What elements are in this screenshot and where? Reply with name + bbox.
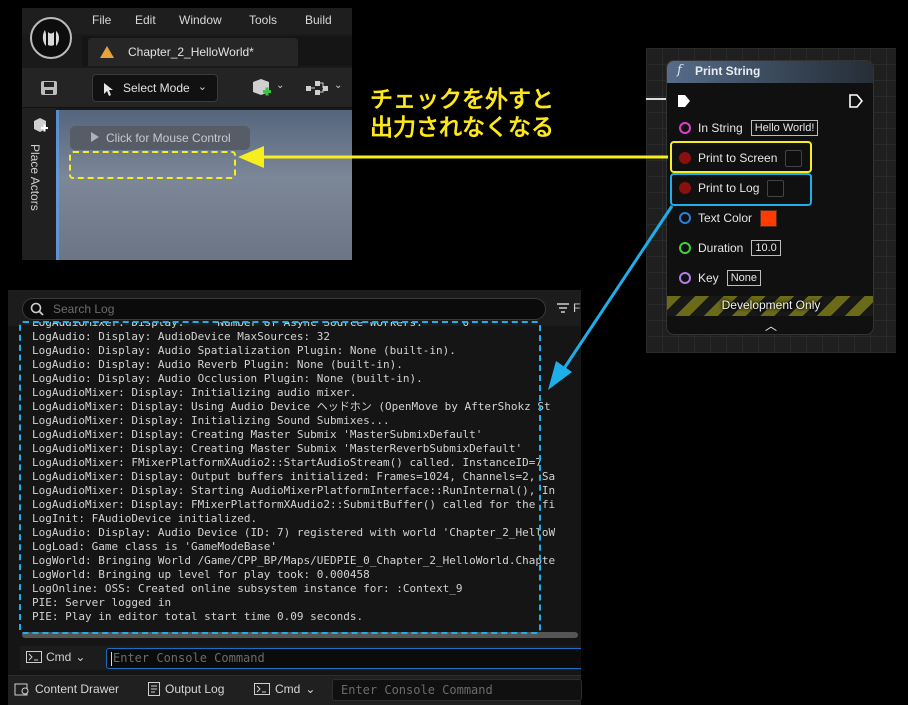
add-actor-icon[interactable]	[250, 78, 272, 100]
menu-edit[interactable]: Edit	[135, 13, 156, 27]
console-icon	[26, 651, 42, 663]
level-icon	[100, 46, 114, 58]
mouse-control-button[interactable]: Click for Mouse Control	[70, 126, 250, 150]
text-color-label: Text Color	[698, 211, 753, 225]
viewport-edge	[56, 110, 59, 260]
chevron-down-icon[interactable]: ⌄	[334, 80, 342, 91]
log-output-highlight	[19, 321, 541, 634]
main-toolbar: Select Mode ⌄ ⌄ ⌄	[22, 68, 352, 108]
blueprint-graph-icon[interactable]	[306, 80, 328, 96]
place-actors-label: Place Actors	[28, 144, 42, 211]
screen-output-highlight	[69, 151, 236, 179]
text-color-row[interactable]: Text Color	[679, 208, 778, 228]
text-caret	[111, 652, 112, 666]
cmd-dropdown[interactable]: Cmd ⌄	[26, 650, 85, 664]
exec-out-pin-icon[interactable]	[849, 94, 863, 108]
mouse-control-label: Click for Mouse Control	[106, 131, 231, 145]
search-icon	[30, 302, 44, 316]
status-cmd-dropdown[interactable]: Cmd ⌄	[254, 682, 315, 696]
key-row[interactable]: Key None	[679, 268, 761, 288]
filter-icon	[557, 303, 569, 313]
output-log-button[interactable]: Output Log	[148, 682, 224, 696]
chevron-down-icon: ⌄	[75, 650, 86, 664]
status-console-placeholder: Enter Console Command	[341, 683, 493, 697]
search-placeholder: Search Log	[53, 302, 115, 316]
tab-level[interactable]: Chapter_2_HelloWorld*	[88, 38, 298, 66]
print-to-log-highlight	[670, 173, 812, 206]
in-string-pin-row[interactable]: In String Hello World!	[679, 118, 819, 138]
menu-build[interactable]: Build	[305, 13, 332, 27]
menu-file[interactable]: File	[92, 13, 111, 27]
select-mode-dropdown[interactable]: Select Mode ⌄	[92, 74, 218, 102]
place-actors-icon	[34, 118, 48, 132]
play-icon	[91, 132, 99, 142]
menu-window[interactable]: Window	[179, 13, 222, 27]
status-bar: Content Drawer Output Log Cmd ⌄ Enter Co…	[8, 675, 582, 705]
chevron-down-icon[interactable]: ⌄	[276, 80, 284, 91]
float-pin-icon[interactable]	[679, 242, 691, 254]
status-cmd-label: Cmd	[275, 682, 301, 696]
duration-row[interactable]: Duration 10.0	[679, 238, 781, 258]
select-mode-label: Select Mode	[123, 81, 190, 95]
annotation-text: チェックを外すと 出力されなくなる	[370, 86, 554, 142]
in-string-value[interactable]: Hello World!	[750, 120, 819, 136]
development-only-banner: Development Only	[667, 296, 873, 316]
search-log-input[interactable]: Search Log	[22, 298, 546, 320]
exec-in-pin-icon[interactable]	[677, 94, 691, 108]
duration-label: Duration	[698, 241, 744, 255]
console-icon	[254, 683, 270, 695]
tab-label: Chapter_2_HelloWorld*	[128, 45, 254, 59]
place-actors-strip[interactable]: Place Actors	[22, 108, 56, 260]
content-drawer-label: Content Drawer	[35, 682, 120, 696]
node-header[interactable]: f Print String	[667, 61, 873, 83]
menu-tools[interactable]: Tools	[249, 13, 277, 27]
text-color-swatch[interactable]	[760, 209, 778, 227]
node-title: Print String	[695, 64, 761, 78]
annotation-line-1: チェックを外すと	[370, 87, 554, 113]
level-viewport[interactable]: Click for Mouse Control	[56, 110, 352, 260]
exec-wire	[646, 98, 668, 100]
key-value[interactable]: None	[726, 270, 761, 286]
chevron-down-icon: ⌄	[305, 682, 316, 696]
color-pin-icon[interactable]	[679, 212, 691, 224]
string-pin-icon[interactable]	[679, 122, 691, 134]
console-row: Cmd ⌄ Enter Console Command	[20, 646, 581, 670]
output-log-label: Output Log	[165, 682, 225, 696]
content-drawer-button[interactable]: Content Drawer	[14, 682, 119, 696]
print-to-screen-highlight	[670, 141, 812, 173]
console-command-input[interactable]: Enter Console Command	[106, 648, 581, 669]
cmd-label: Cmd	[46, 650, 72, 664]
output-log-icon	[148, 682, 160, 696]
cursor-icon	[104, 83, 113, 96]
function-icon: f	[677, 63, 682, 78]
console-placeholder: Enter Console Command	[113, 651, 265, 665]
annotation-line-2: 出力されなくなる	[370, 115, 554, 141]
development-only-label: Development Only	[721, 298, 821, 312]
in-string-label: In String	[698, 121, 743, 135]
key-label: Key	[698, 271, 719, 285]
name-pin-icon[interactable]	[679, 272, 691, 284]
chevron-down-icon: ⌄	[197, 80, 207, 93]
tab-bar: Chapter_2_HelloWorld*	[82, 36, 352, 66]
unreal-logo-icon[interactable]	[30, 17, 72, 59]
menu-bar: File Edit Window Tools Build	[22, 8, 352, 34]
collapse-icon[interactable]: ︿	[765, 317, 777, 334]
status-console-input[interactable]: Enter Console Command	[332, 679, 582, 701]
duration-value[interactable]: 10.0	[751, 240, 781, 256]
filter-button[interactable]: Fi	[556, 301, 581, 315]
save-icon[interactable]	[40, 80, 58, 96]
filter-label: Fi	[573, 301, 581, 315]
editor-window: File Edit Window Tools Build Chapter_2_H…	[22, 8, 352, 260]
content-drawer-icon	[14, 683, 29, 696]
